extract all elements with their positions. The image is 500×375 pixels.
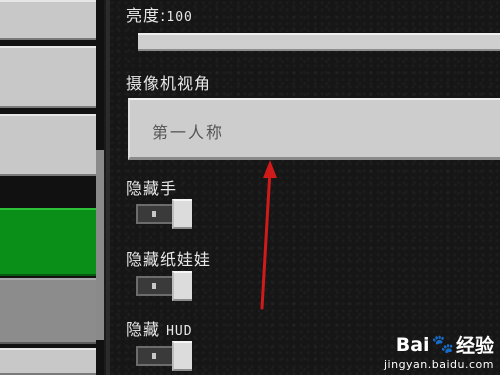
toggle-knob bbox=[172, 341, 192, 371]
settings-sidebar bbox=[0, 0, 104, 375]
hide-hud-label-suffix: HUD bbox=[166, 324, 193, 339]
camera-perspective-dropdown[interactable]: 第一人称 bbox=[128, 98, 500, 160]
hide-hud-toggle[interactable] bbox=[136, 341, 192, 371]
brightness-slider[interactable] bbox=[138, 33, 500, 51]
hide-hud-label-prefix: 隐藏 bbox=[126, 320, 161, 339]
brightness-label-text: 亮度: bbox=[126, 6, 167, 25]
hide-hud-label: 隐藏 HUD bbox=[126, 316, 193, 340]
sidebar-item-1[interactable] bbox=[0, 0, 96, 40]
brightness-label: 亮度:100 bbox=[126, 2, 193, 26]
sidebar-scrollbar[interactable] bbox=[96, 150, 104, 340]
hide-paper-doll-label: 隐藏纸娃娃 bbox=[126, 250, 212, 269]
watermark-url: jingyan.baidu.com bbox=[383, 358, 494, 371]
toggle-knob bbox=[172, 199, 192, 229]
camera-perspective-value: 第一人称 bbox=[152, 123, 225, 142]
toggle-off-indicator bbox=[152, 211, 156, 217]
watermark-brand-suffix: 经验 bbox=[455, 335, 494, 357]
camera-perspective-label: 摄像机视角 bbox=[126, 74, 212, 93]
baidu-jingyan-watermark: Bai 🐾 经验 jingyan.baidu.com bbox=[383, 331, 494, 372]
sidebar-item-selected[interactable] bbox=[0, 208, 96, 276]
sidebar-item-3[interactable] bbox=[0, 114, 96, 176]
toggle-knob bbox=[172, 271, 192, 301]
sidebar-item-5[interactable] bbox=[0, 278, 96, 344]
paw-icon: 🐾 bbox=[431, 334, 454, 355]
watermark-brand-prefix: Bai bbox=[395, 333, 430, 356]
hide-hand-toggle[interactable] bbox=[136, 199, 192, 229]
brightness-value: 100 bbox=[166, 10, 193, 25]
hide-hand-label: 隐藏手 bbox=[126, 179, 178, 198]
sidebar-item-6[interactable] bbox=[0, 348, 96, 375]
sidebar-item-2[interactable] bbox=[0, 46, 96, 108]
hide-paper-doll-toggle[interactable] bbox=[136, 271, 192, 301]
toggle-off-indicator bbox=[152, 283, 156, 289]
toggle-off-indicator bbox=[152, 353, 156, 359]
